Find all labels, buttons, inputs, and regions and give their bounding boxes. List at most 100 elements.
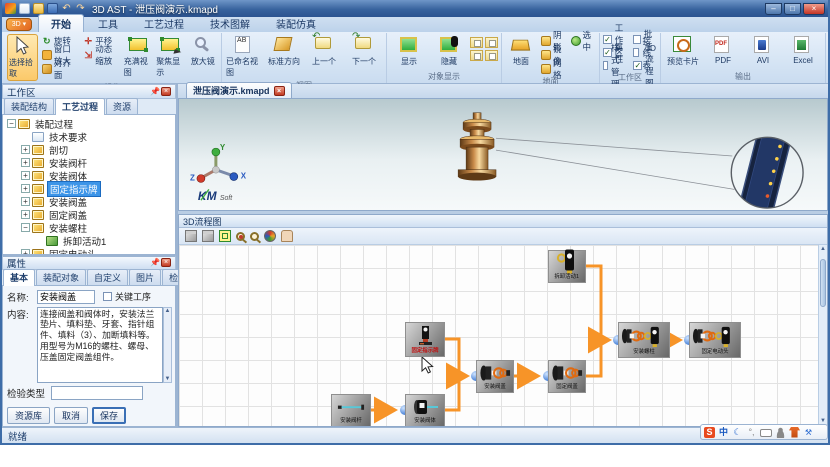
tree-item-3[interactable]: +剖切 [3,143,175,156]
selected-button[interactable]: 选中 [569,34,597,47]
checkbox-icon[interactable]: ✓ [633,61,642,70]
flow-node-7[interactable]: 安装螺柱 [618,322,670,358]
open-folder-icon[interactable] [33,3,44,14]
ground-button[interactable]: 地面 [505,34,537,68]
tree-expander-icon[interactable]: + [21,184,30,193]
next-view-button[interactable]: ↷ 下一个 [345,34,383,68]
settings-wrench-icon[interactable]: ⚒ [803,427,814,438]
align-face-button[interactable]: 对齐面 [40,62,79,75]
name-input[interactable] [37,290,95,304]
undo-icon[interactable]: ↶ [61,3,72,14]
tree-expander-icon[interactable]: + [21,145,30,154]
flow-node-8[interactable]: 固定电动头 [689,322,741,358]
checkbox-icon[interactable] [603,61,608,70]
content-textarea[interactable]: 连接阀盖和阀体时，安装法兰垫片、填料垫、牙套、指针组件、填料（3）、加断填料等。… [37,307,163,383]
tab-tech-illustration[interactable]: 技术图解 [198,15,262,32]
workspace-checkbox-6[interactable]: ✓3D流程图 [633,60,657,71]
skin-icon[interactable] [789,427,800,438]
display-toggle-4[interactable] [485,50,498,61]
3d-viewport[interactable]: Y Z X KM Soft [178,98,828,211]
named-views-button[interactable]: 已命名视图 [225,34,263,79]
zoom-out-icon[interactable] [250,232,259,241]
app-icon[interactable] [5,3,16,14]
tab-process[interactable]: 工艺过程 [132,15,196,32]
tab-basic[interactable]: 基本 [3,269,35,286]
pan-hand-icon[interactable] [281,230,293,242]
scroll-thumb[interactable] [820,259,826,307]
tree-item-1[interactable]: −装配过程 [3,117,175,130]
content-scrollbar[interactable]: ▲▼ [163,307,172,383]
close-button[interactable]: × [803,3,825,15]
magnifier-button[interactable]: 放大镜 [188,34,218,68]
tree-item-10[interactable]: 拆卸活动1 [3,234,175,247]
show-button[interactable]: 显示 [390,34,428,68]
tab-home[interactable]: 开始 [38,14,84,32]
tree-item-2[interactable]: 技术要求 [3,130,175,143]
fit-flowchart-icon[interactable] [219,230,231,242]
focus-display-button[interactable]: 聚焦显示 [155,34,185,79]
flowchart-scrollbar[interactable]: ▲ ▼ [818,245,827,426]
cancel-button[interactable]: 取消 [54,407,88,424]
tree-expander-icon[interactable]: − [21,223,30,232]
flow-node-2[interactable]: 安装阀体 [405,394,445,426]
account-icon[interactable] [775,427,786,438]
workspace-checkbox-3[interactable]: 样式管理 [603,60,625,71]
grid-button[interactable]: 网格 [539,62,567,75]
flow-node-3[interactable]: 固定指示牌 [405,322,445,357]
workspace-close-icon[interactable]: × [161,87,171,96]
tab-custom[interactable]: 自定义 [87,269,128,285]
tree-expander-icon[interactable]: + [21,197,30,206]
key-process-checkbox[interactable] [103,292,112,301]
select-pick-button[interactable]: 选择拾取 [7,34,38,81]
pdf-export-button[interactable]: PDF [704,34,742,66]
pin-icon[interactable]: 📌 [150,258,159,267]
tab-tools[interactable]: 工具 [86,15,130,32]
flowchart-canvas[interactable]: ▲ ▼ 安装阀杆安装阀体固定指示牌安装阀盖固定阀盖拆卸活动1安装螺柱固定电动头 [179,245,827,426]
standard-orientation-button[interactable]: 标准方向 [265,34,303,68]
properties-panel-header[interactable]: 属性 📌 × [2,255,176,270]
tree-expander-icon[interactable]: + [21,210,30,219]
display-toggle-3[interactable] [470,50,483,61]
key-process-option[interactable]: 关键工序 [103,290,151,303]
sogou-icon[interactable]: S [704,427,715,438]
fullhalf-moon-icon[interactable]: ☾ [732,427,743,438]
tree-item-11[interactable]: +固定电动头 [3,247,175,255]
flowchart-header[interactable]: 3D流程图 [179,215,827,228]
tab-picture[interactable]: 图片 [129,269,161,285]
zoom-in-icon[interactable] [236,232,245,241]
tab-assembly-simulation[interactable]: 装配仿真 [264,15,328,32]
display-toggle-1[interactable] [470,37,483,48]
tree-expander-icon[interactable]: + [21,158,30,167]
tab-process-flow[interactable]: 工艺过程 [55,98,105,115]
tree-item-6[interactable]: +固定指示牌 [3,182,175,195]
workspace-panel-header[interactable]: 工作区 📌 × [2,84,176,99]
node-tool2-icon[interactable] [202,230,214,242]
ime-toolbar[interactable]: S 中 ☾ °, ⚒ [700,424,828,440]
tree-item-8[interactable]: +固定阀盖 [3,208,175,221]
scroll-up-icon[interactable]: ▲ [819,245,827,254]
soft-keyboard-icon[interactable] [760,429,772,437]
checkbox-icon[interactable] [633,48,639,57]
punctuation-icon[interactable]: °, [746,427,757,438]
flow-node-6[interactable]: 拆卸活动1 [548,250,586,283]
application-menu-button[interactable]: 3D ▾ [6,18,32,31]
tree-expander-icon[interactable]: + [21,171,30,180]
dynamic-zoom-button[interactable]: ⇲动态缩放 [81,48,120,61]
tree-expander-icon[interactable]: − [7,119,16,128]
new-document-icon[interactable] [19,3,30,14]
checkbox-icon[interactable] [633,35,640,44]
tree-item-7[interactable]: +安装阀盖 [3,195,175,208]
previous-view-button[interactable]: ↶ 上一个 [305,34,343,68]
check-type-input[interactable] [51,386,143,400]
document-close-icon[interactable]: × [274,86,285,96]
display-toggle-2[interactable] [485,37,498,48]
redo-icon[interactable]: ↷ [75,3,86,14]
hide-button[interactable]: 隐藏 [430,34,468,68]
excel-export-button[interactable]: Excel [784,34,822,66]
ime-mode-icon[interactable]: 中 [718,427,729,438]
pin-icon[interactable]: 📌 [150,87,159,96]
avi-export-button[interactable]: AVI [744,34,782,66]
flow-node-1[interactable]: 安装阀杆 [331,394,371,426]
tree-item-9[interactable]: −安装螺柱 [3,221,175,234]
maximize-button[interactable]: □ [784,3,801,15]
